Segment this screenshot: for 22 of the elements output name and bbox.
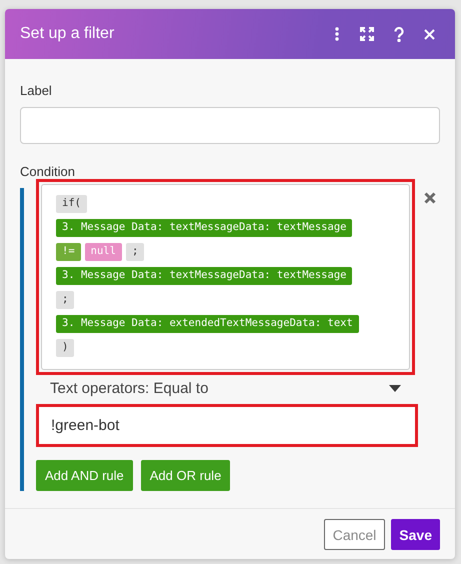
field-label: Condition bbox=[20, 164, 76, 179]
field-label: Label bbox=[20, 83, 53, 98]
expression-token[interactable]: ) bbox=[56, 339, 74, 357]
close-icon[interactable] bbox=[424, 28, 435, 40]
delete-icon[interactable] bbox=[424, 192, 436, 204]
expression-token[interactable]: ; bbox=[56, 291, 74, 309]
expression-token[interactable]: 3. Message Data: textMessageData: textMessage bbox=[56, 219, 352, 237]
value-input-field[interactable]: !green-bot bbox=[39, 407, 415, 444]
operator-dropdown[interactable]: Text operators: Equal to bbox=[36, 375, 401, 399]
help-icon[interactable] bbox=[394, 26, 404, 42]
dialog-title: Set up a filter bbox=[20, 25, 114, 43]
condition-expression-field[interactable]: if( 3. Message Data: textMessageData: textMessage != null ; 3. Message Data: textMessageData: textMessage ; 3. Message Data: extendedTextMessageData: text ) bbox=[41, 184, 410, 370]
expression-token[interactable]: ; bbox=[126, 243, 144, 261]
more-options-icon[interactable] bbox=[334, 27, 340, 41]
cancel-button[interactable]: Cancel bbox=[324, 519, 386, 550]
label-input-field[interactable] bbox=[20, 107, 440, 144]
expression-token[interactable]: 3. Message Data: textMessageData: textMessage bbox=[56, 267, 352, 285]
save-button[interactable]: Save bbox=[391, 519, 440, 550]
caret-icon bbox=[389, 385, 401, 392]
expression-token[interactable]: 3. Message Data: extendedTextMessageData: text bbox=[56, 315, 359, 333]
expression-token[interactable]: if( bbox=[56, 195, 87, 213]
expand-icon[interactable] bbox=[360, 27, 374, 41]
